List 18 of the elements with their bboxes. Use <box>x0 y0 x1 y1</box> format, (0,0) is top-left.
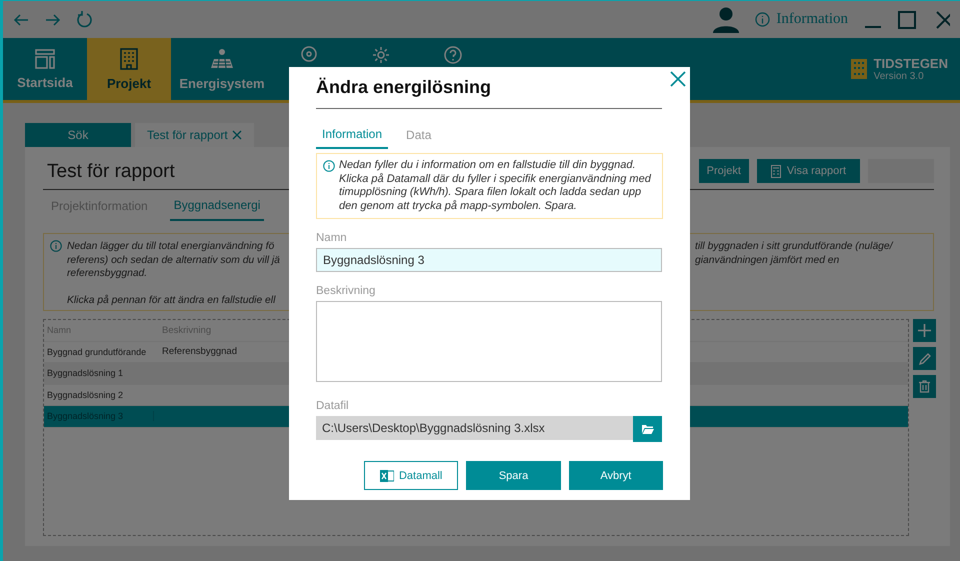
info-text-line: referensbyggnad. <box>67 267 148 280</box>
table-cell-text: Byggnad grundutförande <box>46 346 148 357</box>
field-label: Namn <box>316 232 348 244</box>
dialog-title: Ändra energilösning <box>316 77 662 109</box>
field-label: Beskrivning <box>316 285 376 298</box>
table-cell-text: Byggnadslösning 2 <box>46 390 124 400</box>
page-title: Test för rapport <box>46 161 175 184</box>
field-label: Datafil <box>316 400 350 412</box>
info-text: Nedan fyller du i information om en fallstudie till din byggnad. Klicka på Datamall där du fyller i specifik energianvändning med timupplösning (kWh/h). Spara filen lokalt och ladda sedan upp den genom att trycka på mapp-symbolen. Spara. <box>339 159 652 214</box>
app-name: TIDSTEGEN <box>874 56 948 71</box>
info-text-line: Klicka på pennan för att ändra en fallstudie ell <box>67 294 277 307</box>
info-text-line: gianvändningen jämfört med en <box>695 254 840 267</box>
info-text-line: referens) och sedan de alternativ som du vill jä <box>67 254 280 267</box>
table-cell-text: Byggnadslösning 1 <box>46 368 124 378</box>
info-text-line: Nedan lägger du till total energianvändning fö <box>67 240 276 254</box>
info-text-line: till byggnaden i sitt grundutförande (nuläge/ <box>695 240 894 254</box>
app-version: Version 3.0 <box>874 71 925 82</box>
table-cell-text: Referensbyggnad <box>161 346 237 358</box>
